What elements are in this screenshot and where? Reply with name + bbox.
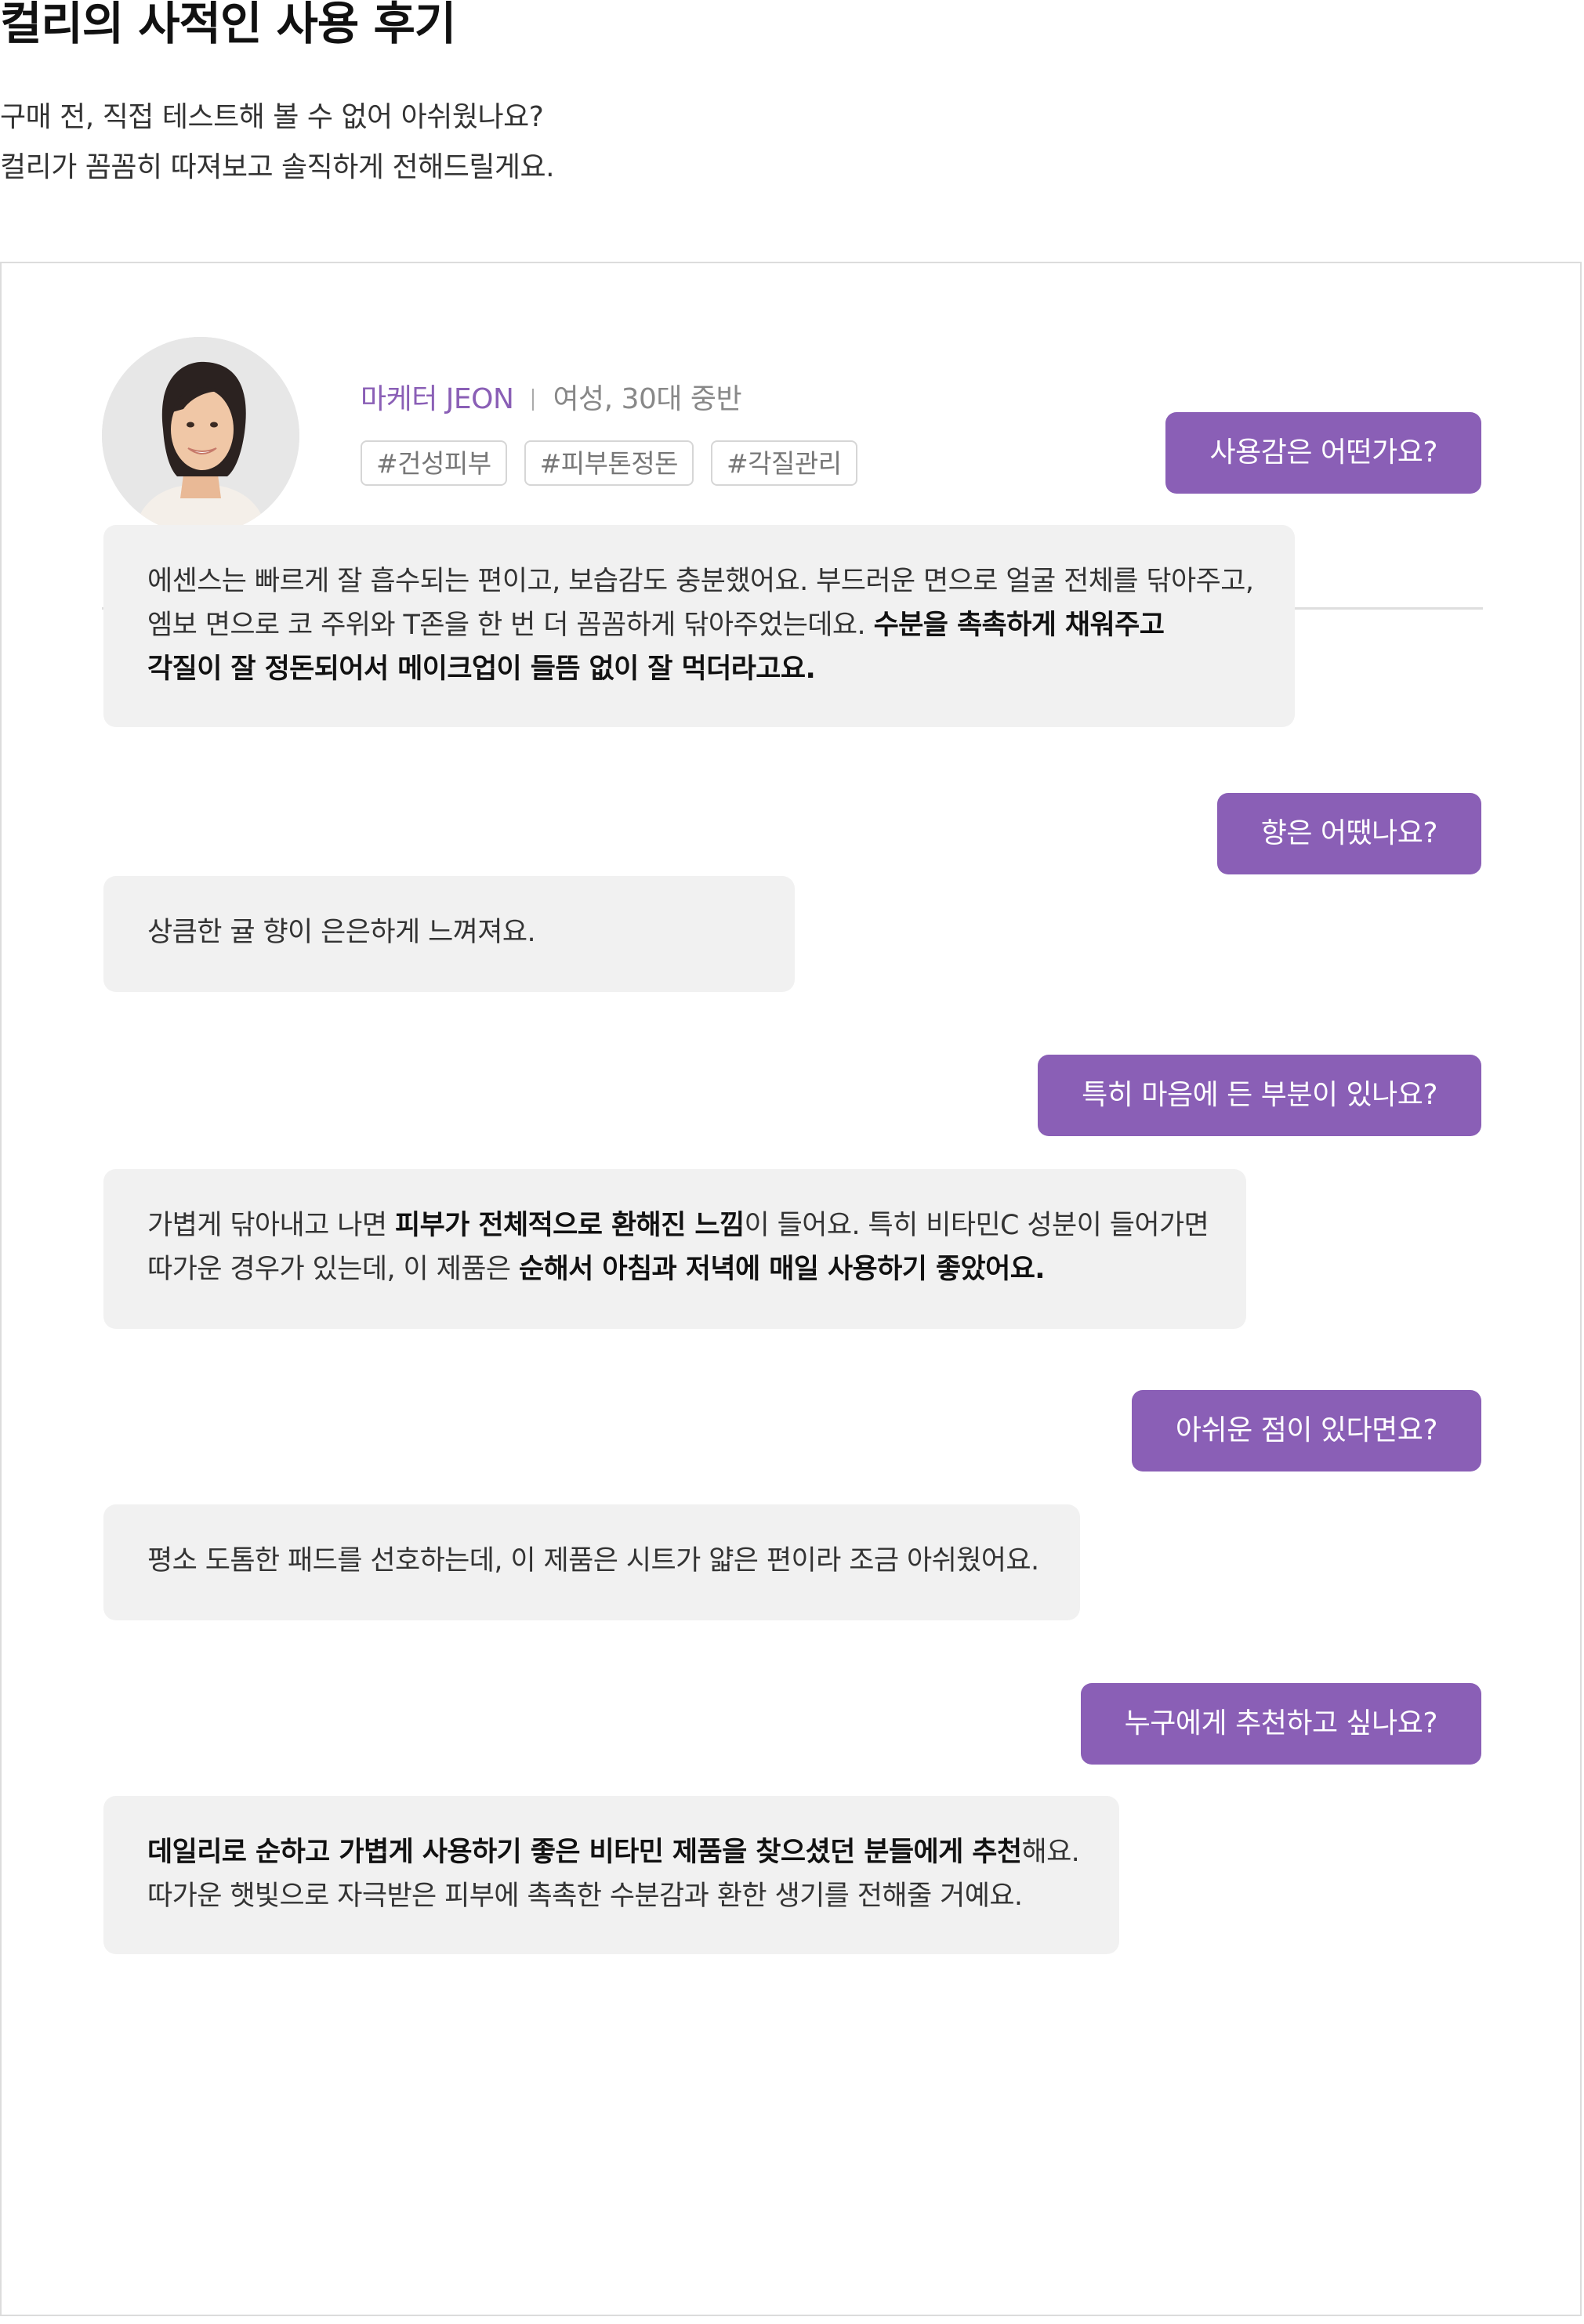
subtitle-line: 구매 전, 직접 테스트해 볼 수 없어 아쉬웠나요?	[0, 101, 544, 133]
page-subtitle: 구매 전, 직접 테스트해 볼 수 없어 아쉬웠나요? 컬리가 꼼꼼히 따져보고…	[0, 92, 555, 193]
answer-downside-bubble: 평소 도톰한 패드를 선호하는데, 이 제품은 시트가 얇은 편이라 조금 아쉬…	[103, 1504, 1080, 1620]
question-texture-bubble: 사용감은 어떤가요?	[1165, 412, 1481, 494]
answer-text: 가볍게 닦아내고 나면	[147, 1210, 395, 1241]
answer-favorite-bubble: 가볍게 닦아내고 나면 피부가 전체적으로 환해진 느낌이 들어요. 특히 비타…	[103, 1169, 1246, 1329]
reviewer-avatar	[102, 337, 299, 534]
answer-line: 평소 도톰한 패드를 선호하는데, 이 제품은 시트가 얇은 편이라 조금 아쉬…	[147, 1539, 1039, 1583]
answer-line: 에센스는 빠르게 잘 흡수되는 편이고, 보습감도 충분했어요. 부드러운 면으…	[147, 559, 1254, 603]
tag-dry-skin: #건성피부	[361, 440, 507, 486]
answer-text: 평소 도톰한 패드를 선호하는데, 이 제품은 시트가 얇은 편이라 조금 아쉬…	[147, 1545, 1039, 1576]
answer-highlight-text: 피부가 전체적으로 환해진 느낌	[394, 1210, 745, 1241]
answer-text: 따가운 경우가 있는데, 이 제품은	[147, 1254, 519, 1285]
avatar-portrait-image	[102, 337, 299, 534]
tag-exfoliation: #각질관리	[711, 440, 857, 486]
answer-text: 엠보 면으로 코 주위와 T존을 한 번 더 꼼꼼하게 닦아주었는데요.	[147, 610, 874, 641]
subtitle-line: 컬리가 꼼꼼히 따져보고 솔직하게 전해드릴게요.	[0, 151, 555, 183]
answer-text: 에센스는 빠르게 잘 흡수되는 편이고, 보습감도 충분했어요. 부드러운 면으…	[147, 566, 1254, 597]
answer-line: 따가운 경우가 있는데, 이 제품은 순해서 아침과 저녁에 매일 사용하기 좋…	[147, 1247, 1202, 1291]
answer-line: 엠보 면으로 코 주위와 T존을 한 번 더 꼼꼼하게 닦아주었는데요. 수분을…	[147, 603, 1251, 647]
page-title: 컬리의 사적인 사용 후기	[0, 0, 456, 50]
question-recommend-bubble: 누구에게 추천하고 싶나요?	[1080, 1683, 1481, 1765]
tag-skin-tone: #피부톤정돈	[524, 440, 694, 486]
question-favorite-bubble: 특히 마음에 든 부분이 있나요?	[1038, 1055, 1481, 1136]
answer-texture-bubble: 에센스는 빠르게 잘 흡수되는 편이고, 보습감도 충분했어요. 부드러운 면으…	[103, 525, 1295, 727]
question-scent-bubble: 향은 어땠나요?	[1216, 793, 1481, 874]
reviewer-name: 마케터 JEON	[361, 383, 514, 415]
answer-line: 상큼한 귤 향이 은은하게 느껴져요.	[147, 910, 751, 954]
review-card: 마케터 JEON 여성, 30대 중반 #건성피부 #피부톤정돈 #각질관리 사용…	[0, 262, 1582, 2316]
answer-highlight-text: 각질이 잘 정돈되어서 메이크업이 들뜸 없이 잘 먹더라고요.	[147, 653, 816, 685]
answer-text: 이 들어요. 특히 비타민C 성분이 들어가면	[744, 1210, 1209, 1241]
reviewer-tags: #건성피부 #피부톤정돈 #각질관리	[361, 440, 857, 486]
answer-line: 데일리로 순하고 가볍게 사용하기 좋은 비타민 제품을 찾으셨던 분들에게 추…	[147, 1830, 1080, 1874]
answer-scent-bubble: 상큼한 귤 향이 은은하게 느껴져요.	[103, 876, 795, 992]
reviewer-profile: 마케터 JEON 여성, 30대 중반	[361, 379, 742, 420]
answer-line: 가볍게 닦아내고 나면 피부가 전체적으로 환해진 느낌이 들어요. 특히 비타…	[147, 1204, 1209, 1247]
reviewer-meta: 여성, 30대 중반	[553, 383, 742, 415]
answer-recommend-bubble: 데일리로 순하고 가볍게 사용하기 좋은 비타민 제품을 찾으셨던 분들에게 추…	[103, 1796, 1119, 1954]
answer-highlight-text: 데일리로 순하고 가볍게 사용하기 좋은 비타민 제품을 찾으셨던 분들에게 추…	[147, 1837, 1022, 1868]
answer-text: 따가운 햇빛으로 자극받은 피부에 촉촉한 수분감과 환한 생기를 전해줄 거예…	[147, 1881, 1023, 1912]
answer-line: 각질이 잘 정돈되어서 메이크업이 들뜸 없이 잘 먹더라고요.	[147, 647, 1251, 691]
answer-line: 따가운 햇빛으로 자극받은 피부에 촉촉한 수분감과 환한 생기를 전해줄 거예…	[147, 1874, 1075, 1918]
question-downside-bubble: 아쉬운 점이 있다면요?	[1131, 1390, 1481, 1472]
answer-text: 상큼한 귤 향이 은은하게 느껴져요.	[147, 917, 536, 948]
profile-separator	[532, 389, 535, 411]
answer-highlight-text: 순해서 아침과 저녁에 매일 사용하기 좋았어요.	[518, 1254, 1046, 1285]
answer-text: 해요.	[1021, 1837, 1080, 1868]
answer-highlight-text: 수분을 촉촉하게 채워주고	[873, 610, 1165, 641]
